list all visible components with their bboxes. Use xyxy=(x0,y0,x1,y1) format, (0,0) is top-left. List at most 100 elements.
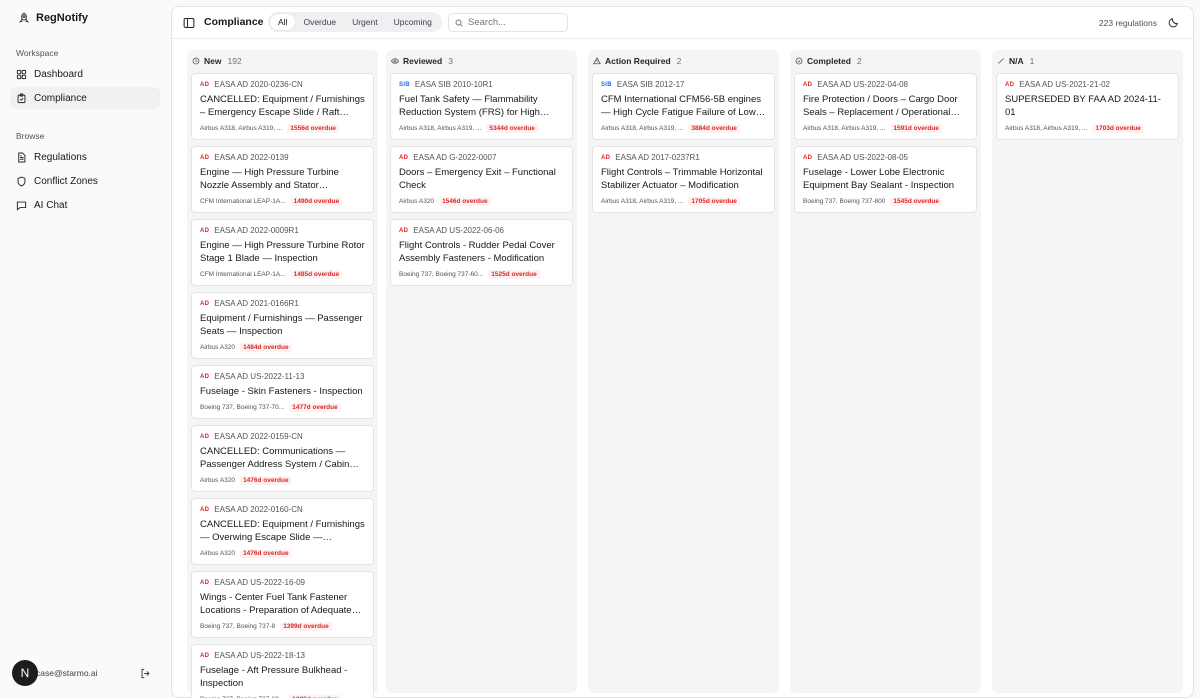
regulation-card[interactable]: AD EASA AD US-2022-16-09 Wings - Center Fu… xyxy=(191,571,374,638)
regulation-card[interactable]: SIB EASA SIB 2012-17 CFM International CFM… xyxy=(592,73,775,140)
search-input[interactable] xyxy=(468,17,563,28)
sidebar: RegNotify Workspace Dashboard Compliance… xyxy=(0,0,170,698)
type-badge: SIB xyxy=(399,81,410,88)
card-footer: Airbus A318, Airbus A319, ... 5344d overd… xyxy=(399,123,564,134)
column-header: Action Required 2 xyxy=(593,56,681,66)
type-badge: AD xyxy=(200,373,210,380)
column-count: 2 xyxy=(676,56,682,66)
sidebar-item-conflict-zones[interactable]: Conflict Zones xyxy=(10,170,160,192)
regulation-card[interactable]: AD EASA AD US-2022-18-13 Fuselage - Aft Pr… xyxy=(191,644,374,698)
regulation-id: EASA SIB 2012-17 xyxy=(616,80,685,89)
type-badge: AD xyxy=(601,154,611,161)
type-badge: AD xyxy=(803,81,813,88)
regulation-card[interactable]: AD EASA AD US-2022-08-05 Fuselage - Lower … xyxy=(794,146,977,213)
regulation-title: Fuselage - Skin Fasteners - Inspection xyxy=(200,386,363,397)
sidebar-item-label: Compliance xyxy=(34,92,87,104)
clock-icon xyxy=(192,57,200,65)
regulation-id: EASA AD US-2021-21-02 xyxy=(1019,80,1110,89)
logout-icon[interactable] xyxy=(140,668,151,679)
aircraft-list: Airbus A320 xyxy=(200,344,236,351)
regulation-card[interactable]: AD EASA AD G-2022-0007 Doors – Emergency E… xyxy=(390,146,573,213)
regulation-card[interactable]: AD EASA AD US-2022-04-08 Fire Protection /… xyxy=(794,73,977,140)
card-header: AD EASA AD US-2022-08-05 xyxy=(803,152,968,163)
aircraft-list: Airbus A318, Airbus A319, ... xyxy=(601,198,684,205)
regulation-card[interactable]: AD EASA AD 2022-0009R1 Engine — High Press… xyxy=(191,219,374,286)
sidebar-item-ai-chat[interactable]: AI Chat xyxy=(10,194,160,216)
chat-icon xyxy=(16,201,27,211)
sidebar-item-dashboard[interactable]: Dashboard xyxy=(10,63,160,85)
regulation-card[interactable]: AD EASA AD 2022-0139 Engine — High Pressur… xyxy=(191,146,374,213)
overdue-badge: 5344d overdue xyxy=(486,124,538,133)
brand[interactable]: RegNotify xyxy=(18,12,88,24)
aircraft-list: Airbus A318, Airbus A319, ... xyxy=(1005,125,1088,132)
column-title: New xyxy=(204,56,222,66)
regulation-card[interactable]: SIB EASA SIB 2010-10R1 Fuel Tank Safety — … xyxy=(390,73,573,140)
tab-upcoming[interactable]: Upcoming xyxy=(386,14,440,30)
tab-urgent[interactable]: Urgent xyxy=(344,14,386,30)
regulation-id: EASA AD 2022-0160-CN xyxy=(214,505,303,514)
card-footer: Airbus A318, Airbus A319, ... 1591d overd… xyxy=(803,123,968,134)
aircraft-list: Airbus A318, Airbus A319, ... xyxy=(803,125,886,132)
card-footer: Airbus A320 1476d overdue xyxy=(200,475,365,486)
type-badge: AD xyxy=(803,154,813,161)
card-header: AD EASA AD 2022-0139 xyxy=(200,152,365,163)
regulation-id: EASA AD 2022-0009R1 xyxy=(214,226,299,235)
regulation-card[interactable]: AD EASA AD US-2022-11-13 Fuselage - Skin F… xyxy=(191,365,374,419)
column-header: Completed 2 xyxy=(795,56,862,66)
type-badge: AD xyxy=(200,506,210,513)
sidebar-item-regulations[interactable]: Regulations xyxy=(10,146,160,168)
moon-icon[interactable] xyxy=(1168,17,1179,28)
aircraft-list: Airbus A318, Airbus A319, ... xyxy=(200,125,283,132)
card-footer: Boeing 737, Boeing 737-60... 1525d overdu… xyxy=(399,269,564,280)
regulation-id: EASA AD 2022-0139 xyxy=(214,153,289,162)
aircraft-list: Boeing 737, Boeing 737-70... xyxy=(200,404,285,411)
column-action-required: Action Required 2 SIB EASA SIB 2012-17 CFM… xyxy=(588,50,779,693)
card-footer: Boeing 737, Boeing 737-8 1399d overdue xyxy=(200,621,365,632)
regulation-card[interactable]: AD EASA AD 2022-0159-CN CANCELLED: Communi… xyxy=(191,425,374,492)
type-badge: AD xyxy=(200,154,210,161)
type-badge: AD xyxy=(399,154,409,161)
card-header: SIB EASA SIB 2010-10R1 xyxy=(399,79,564,90)
regulation-title: Fuselage - Lower Lobe Electronic Equipme… xyxy=(803,167,955,191)
tab-overdue[interactable]: Overdue xyxy=(295,14,344,30)
sidebar-item-compliance[interactable]: Compliance xyxy=(10,87,160,109)
regulation-id: EASA AD G-2022-0007 xyxy=(413,153,497,162)
regulation-card[interactable]: AD EASA AD 2020-0236-CN CANCELLED: Equipme… xyxy=(191,73,374,140)
regulation-card[interactable]: AD EASA AD 2021-0166R1 Equipment / Furnish… xyxy=(191,292,374,359)
workspace-section-label: Workspace xyxy=(16,48,59,58)
dashboard-icon xyxy=(16,69,27,79)
regulation-id: EASA AD US-2022-06-06 xyxy=(413,226,504,235)
card-header: AD EASA AD 2021-0166R1 xyxy=(200,298,365,309)
eye-icon xyxy=(391,58,399,64)
overdue-badge: 1546d overdue xyxy=(439,197,491,206)
search-box[interactable] xyxy=(448,13,568,32)
card-footer: Airbus A318, Airbus A319, ... 3884d overd… xyxy=(601,123,766,134)
overdue-badge: 1476d overdue xyxy=(240,549,292,558)
regulation-title: Fuselage - Aft Pressure Bulkhead - Inspe… xyxy=(200,665,348,689)
type-badge: SIB xyxy=(601,81,612,88)
search-icon xyxy=(455,19,463,27)
overdue-badge: 1490d overdue xyxy=(290,197,343,206)
type-badge: AD xyxy=(399,227,409,234)
regulation-card[interactable]: AD EASA AD 2022-0160-CN CANCELLED: Equipme… xyxy=(191,498,374,565)
card-header: SIB EASA SIB 2012-17 xyxy=(601,79,766,90)
overdue-badge: 1476d overdue xyxy=(240,476,292,485)
regulation-card[interactable]: AD EASA AD US-2022-06-06 Flight Controls -… xyxy=(390,219,573,286)
regulation-title: CANCELLED: Equipment / Furnishings – Eme… xyxy=(200,94,365,118)
user-profile[interactable]: N case@starmo.ai xyxy=(12,660,98,686)
column-header: N/A 1 xyxy=(997,56,1034,66)
aircraft-list: Airbus A320 xyxy=(200,550,236,557)
page-title: Compliance xyxy=(204,16,264,28)
regulation-id: EASA AD US-2022-08-05 xyxy=(817,153,908,162)
check-circle-icon xyxy=(795,57,803,65)
regulation-title: CANCELLED: Communications — Passenger Ad… xyxy=(200,446,359,470)
tab-all[interactable]: All xyxy=(270,14,296,30)
regulation-card[interactable]: AD EASA AD 2017-0237R1 Flight Controls – T… xyxy=(592,146,775,213)
regulation-card[interactable]: AD EASA AD US-2021-21-02 SUPERSEDED BY FAA… xyxy=(996,73,1179,140)
aircraft-list: Airbus A318, Airbus A319, ... xyxy=(399,125,482,132)
overdue-badge: 1525d overdue xyxy=(488,270,540,279)
card-footer: Airbus A318, Airbus A319, ... 1705d overd… xyxy=(601,196,766,207)
card-footer: CFM International LEAP-1A... 1485d overdu… xyxy=(200,269,365,280)
card-header: AD EASA AD 2020-0236-CN xyxy=(200,79,365,90)
sidebar-toggle-icon[interactable] xyxy=(183,17,195,29)
